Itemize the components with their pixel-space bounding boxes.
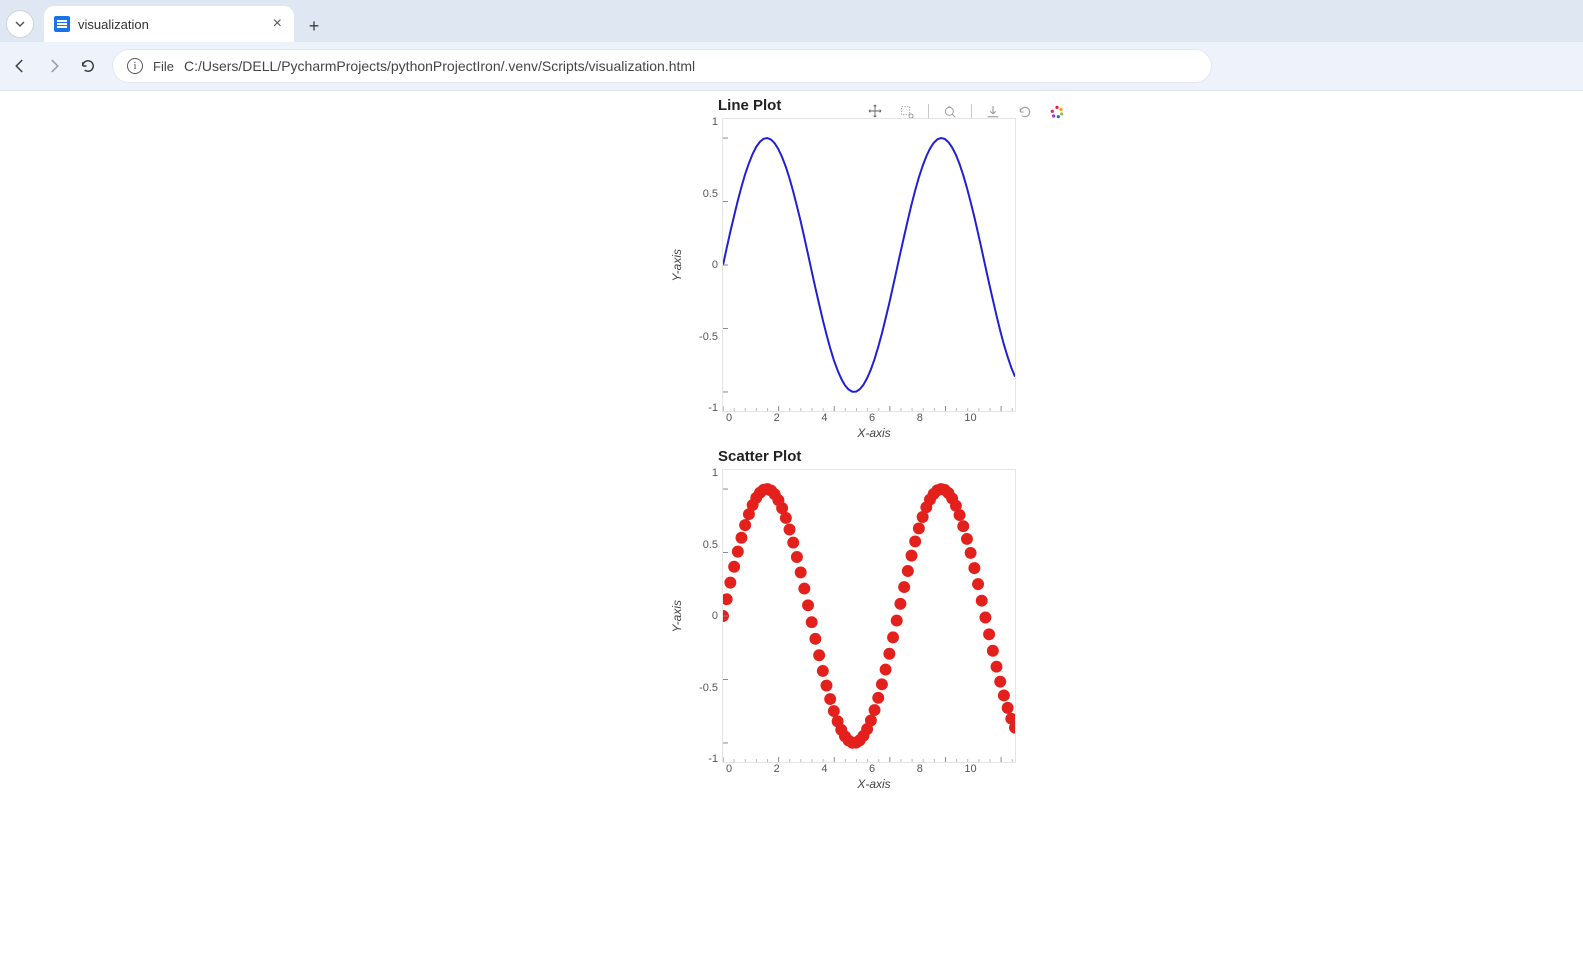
tab-bar: visualization × + bbox=[0, 0, 1583, 42]
new-tab-button[interactable]: + bbox=[300, 12, 328, 40]
figure-line: Line Plot Y-axis 1 0.5 0 -0.5 -1 0 2 4 6 bbox=[670, 97, 1030, 440]
x-axis-ticks: 0 2 4 6 8 10 bbox=[718, 412, 1012, 424]
nav-row: i File C:/Users/DELL/PycharmProjects/pyt… bbox=[0, 42, 1583, 90]
figure-scatter: Scatter Plot Y-axis 1 0.5 0 -0.5 -1 0 2 … bbox=[670, 448, 1030, 791]
page-body: Line Plot Y-axis 1 0.5 0 -0.5 -1 0 2 4 6 bbox=[0, 91, 1583, 978]
reload-icon[interactable] bbox=[78, 56, 98, 76]
y-axis-label: Y-axis bbox=[670, 600, 684, 632]
plot-area[interactable] bbox=[722, 469, 1016, 763]
figure-title: Line Plot bbox=[718, 97, 1030, 114]
y-axis-ticks: 1 0.5 0 -0.5 -1 bbox=[688, 118, 722, 412]
forward-icon[interactable] bbox=[44, 56, 64, 76]
browser-tab[interactable]: visualization × bbox=[44, 6, 294, 42]
address-url: C:/Users/DELL/PycharmProjects/pythonProj… bbox=[184, 58, 1197, 74]
address-bar[interactable]: i File C:/Users/DELL/PycharmProjects/pyt… bbox=[112, 49, 1212, 83]
plot-area[interactable] bbox=[722, 118, 1016, 412]
x-axis-label: X-axis bbox=[718, 426, 1030, 440]
plots-column: Line Plot Y-axis 1 0.5 0 -0.5 -1 0 2 4 6 bbox=[670, 97, 1030, 799]
x-axis-label: X-axis bbox=[718, 777, 1030, 791]
tab-title: visualization bbox=[78, 17, 263, 32]
x-axis-ticks: 0 2 4 6 8 10 bbox=[718, 763, 1012, 775]
y-axis-ticks: 1 0.5 0 -0.5 -1 bbox=[688, 469, 722, 763]
bokeh-logo-icon[interactable] bbox=[1046, 101, 1068, 123]
recent-tabs-button[interactable] bbox=[6, 10, 34, 38]
tab-close-icon[interactable]: × bbox=[271, 15, 284, 33]
site-info-icon[interactable]: i bbox=[127, 58, 143, 74]
browser-chrome: visualization × + i File C:/Users/DELL/P… bbox=[0, 0, 1583, 91]
tab-favicon-icon bbox=[54, 16, 70, 32]
address-scheme-chip: File bbox=[153, 59, 174, 74]
y-axis-label: Y-axis bbox=[670, 249, 684, 281]
figure-title: Scatter Plot bbox=[718, 448, 1030, 465]
back-icon[interactable] bbox=[10, 56, 30, 76]
